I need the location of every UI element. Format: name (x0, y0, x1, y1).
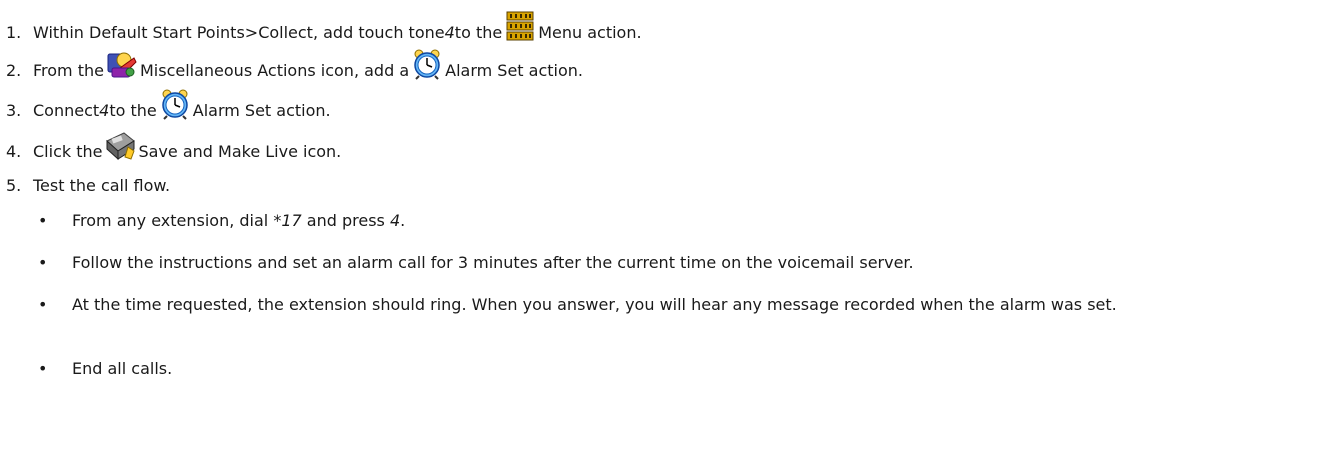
step-4: 4. Click the Save and Make Live icon. (6, 125, 341, 161)
bullet-text: . (400, 211, 406, 230)
touch-tone: 4 (389, 211, 401, 230)
step-text: Within Default Start Points>Collect, add… (33, 23, 445, 42)
list-item: • From any extension, dial *17 and press… (38, 210, 1308, 232)
step-number: 5. (6, 176, 22, 195)
step-3: 3. Connect 4 to the Alarm Set action. (6, 84, 331, 120)
step-5: 5. Test the call flow. (6, 159, 170, 195)
step-2: 2. From the Miscellaneous Actions icon, … (6, 44, 583, 80)
step-text: Test the call flow. (33, 176, 171, 195)
step-1: 1. Within Default Start Points>Collect, … (6, 6, 642, 42)
miscellaneous-actions-icon (106, 48, 138, 80)
step-text: From the (33, 61, 104, 80)
step-number: 1. (6, 23, 22, 42)
bullet-text: From any extension, dial (72, 211, 274, 230)
step-number: 3. (6, 101, 22, 120)
alarm-clock-icon (411, 48, 443, 80)
bullet-marker: • (38, 359, 48, 378)
bullet-marker: • (38, 253, 48, 272)
list-item: • End all calls. (38, 358, 1308, 380)
list-item: • At the time requested, the extension s… (38, 294, 1308, 316)
bullet-text: and press (301, 211, 390, 230)
step-text: Connect (33, 101, 100, 120)
bullet-text: End all calls. (72, 359, 173, 378)
bullet-text: Follow the instructions and set an alarm… (72, 253, 914, 272)
save-make-live-icon (104, 129, 136, 161)
bullet-marker: • (38, 295, 48, 314)
bullet-text: At the time requested, the extension sho… (72, 295, 1117, 314)
touch-tone: 4 (99, 101, 110, 120)
step-text: Alarm Set action. (445, 61, 583, 80)
step-text: to the (109, 101, 157, 120)
alarm-clock-icon (159, 88, 191, 120)
touch-tone: 4 (444, 23, 455, 42)
list-item: • Follow the instructions and set an ala… (38, 252, 1308, 274)
step-text: Alarm Set action. (192, 101, 331, 120)
step-text: Menu action. (538, 23, 642, 42)
dial-code: *17 (273, 211, 302, 230)
bullet-marker: • (38, 211, 48, 230)
step-text: Miscellaneous Actions icon, add a (139, 61, 410, 80)
menu-grid-icon (504, 10, 537, 42)
step-number: 2. (6, 61, 22, 80)
step-text: to the (454, 23, 503, 42)
